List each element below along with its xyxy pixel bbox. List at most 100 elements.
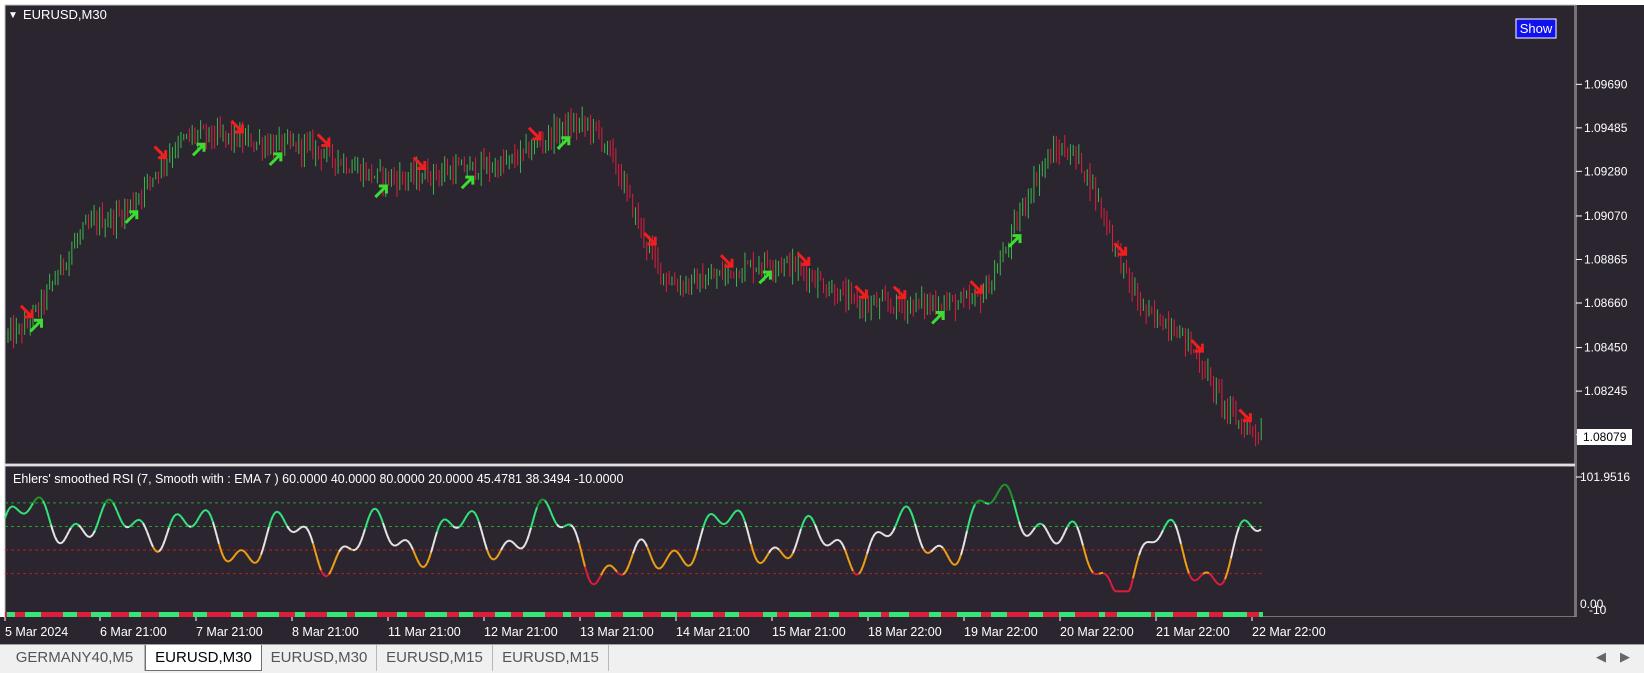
rsi-strip-cell (939, 612, 941, 617)
chart-area[interactable]: ▼ EURUSD,M30 Show 1.096901.094851.092801… (0, 0, 1644, 644)
rsi-segment (838, 539, 842, 543)
rsi-strip-cell (151, 612, 153, 617)
rsi-strip-cell (157, 612, 159, 617)
rsi-strip-cell (661, 612, 663, 617)
rsi-strip-cell (75, 612, 77, 617)
rsi-strip-cell (605, 612, 607, 617)
rsi-strip-cell (637, 612, 639, 617)
time-tick-label: 18 Mar 22:00 (868, 625, 942, 639)
rsi-strip-cell (669, 612, 671, 617)
rsi-strip-cell (263, 612, 265, 617)
rsi-strip-cell (215, 612, 217, 617)
rsi-strip-cell (201, 612, 203, 617)
rsi-strip-cell (145, 612, 147, 617)
rsi-strip-cell (901, 612, 903, 617)
scroll-left-icon[interactable]: ◀ (1596, 649, 1606, 665)
rsi-segment (674, 549, 678, 553)
rsi-strip-cell (927, 612, 929, 617)
rsi-strip-cell (1139, 612, 1141, 617)
rsi-strip-cell (131, 612, 133, 617)
rsi-strip-cell (1029, 612, 1031, 617)
rsi-strip-cell (155, 612, 157, 617)
rsi-segment (176, 513, 180, 516)
rsi-strip-cell (1065, 612, 1067, 617)
rsi-strip-cell (95, 612, 97, 617)
rsi-strip-cell (801, 612, 803, 617)
rsi-strip-cell (1149, 612, 1151, 617)
rsi-strip-cell (535, 612, 537, 617)
rsi-strip-cell (383, 612, 385, 617)
rsi-strip-cell (141, 612, 143, 617)
rsi-strip-cell (99, 612, 101, 617)
rsi-strip-cell (585, 612, 587, 617)
rsi-strip-cell (1081, 612, 1083, 617)
rsi-strip-cell (655, 612, 657, 617)
chart-tab[interactable]: EURUSD,M30 (145, 645, 262, 671)
chart-tab[interactable]: GERMANY40,M5 (5, 645, 145, 671)
rsi-strip-cell (1009, 612, 1011, 617)
rsi-strip-cell (921, 612, 923, 617)
rsi-strip-cell (1153, 612, 1155, 617)
rsi-segment (924, 550, 928, 554)
indicator-pane[interactable] (4, 465, 1576, 618)
rsi-strip-cell (547, 612, 549, 617)
price-axis-ticks: 1.09690 1.09485 1.09280 1.09070 1.08865 1.086… (1576, 77, 1628, 442)
chart-tab[interactable]: EURUSD,M15 (377, 645, 493, 671)
rsi-segment (1252, 527, 1256, 532)
rsi-segment (1056, 541, 1060, 545)
scroll-right-icon[interactable]: ▶ (1620, 649, 1630, 665)
rsi-strip-cell (809, 612, 811, 617)
rsi-strip-cell (1059, 612, 1061, 617)
rsi-segment (1036, 522, 1040, 527)
rsi-strip-cell (767, 612, 769, 617)
rsi-strip-cell (303, 612, 305, 617)
rsi-strip-cell (71, 612, 73, 617)
rsi-strip-cell (899, 612, 901, 617)
rsi-strip-cell (109, 612, 111, 617)
chart-tab[interactable]: EURUSD,M15 (493, 645, 609, 671)
time-tick-label: 15 Mar 21:00 (772, 625, 846, 639)
rsi-segment (784, 556, 788, 560)
rsi-strip-cell (173, 612, 175, 617)
rsi-segment (1144, 541, 1148, 545)
rsi-strip-cell (1127, 612, 1129, 617)
rsi-strip-cell (817, 612, 819, 617)
rsi-strip-cell (319, 612, 321, 617)
price-pane[interactable] (4, 4, 1576, 465)
rsi-strip-cell (763, 612, 765, 617)
rsi-strip-cell (803, 612, 805, 617)
rsi-strip-cell (471, 612, 473, 617)
rsi-strip-cell (1243, 612, 1245, 617)
rsi-strip-cell (1055, 612, 1057, 617)
rsi-strip-cell (959, 612, 961, 617)
show-button[interactable]: Show (1515, 18, 1557, 39)
rsi-strip-cell (137, 612, 139, 617)
rsi-strip-cell (701, 612, 703, 617)
rsi-strip-cell (531, 612, 533, 617)
rsi-segment (298, 526, 302, 530)
rsi-strip-cell (689, 612, 691, 617)
rsi-strip-cell (415, 612, 417, 617)
rsi-strip-cell (79, 612, 81, 617)
rsi-strip-cell (355, 612, 357, 617)
rsi-strip-cell (1025, 612, 1027, 617)
rsi-strip-cell (505, 612, 507, 617)
rsi-strip-cell (1115, 612, 1117, 617)
rsi-strip-cell (23, 612, 25, 617)
rsi-strip-cell (511, 612, 513, 617)
rsi-strip-cell (101, 612, 103, 617)
rsi-strip-cell (925, 612, 927, 617)
rsi-segment (394, 544, 398, 547)
chart-tab[interactable]: EURUSD,M30 (262, 645, 377, 671)
rsi-strip-cell (777, 612, 779, 617)
rsi-segment (776, 547, 780, 551)
rsi-strip-cell (203, 612, 205, 617)
rsi-strip-cell (61, 612, 63, 617)
rsi-strip-cell (733, 612, 735, 617)
rsi-segment (456, 526, 460, 529)
rsi-segment (1092, 571, 1096, 575)
rsi-strip-cell (1023, 612, 1025, 617)
rsi-strip-cell (295, 612, 297, 617)
time-tick-label: 22 Mar 22:00 (1252, 625, 1326, 639)
collapse-triangle-icon[interactable]: ▼ (8, 10, 18, 21)
